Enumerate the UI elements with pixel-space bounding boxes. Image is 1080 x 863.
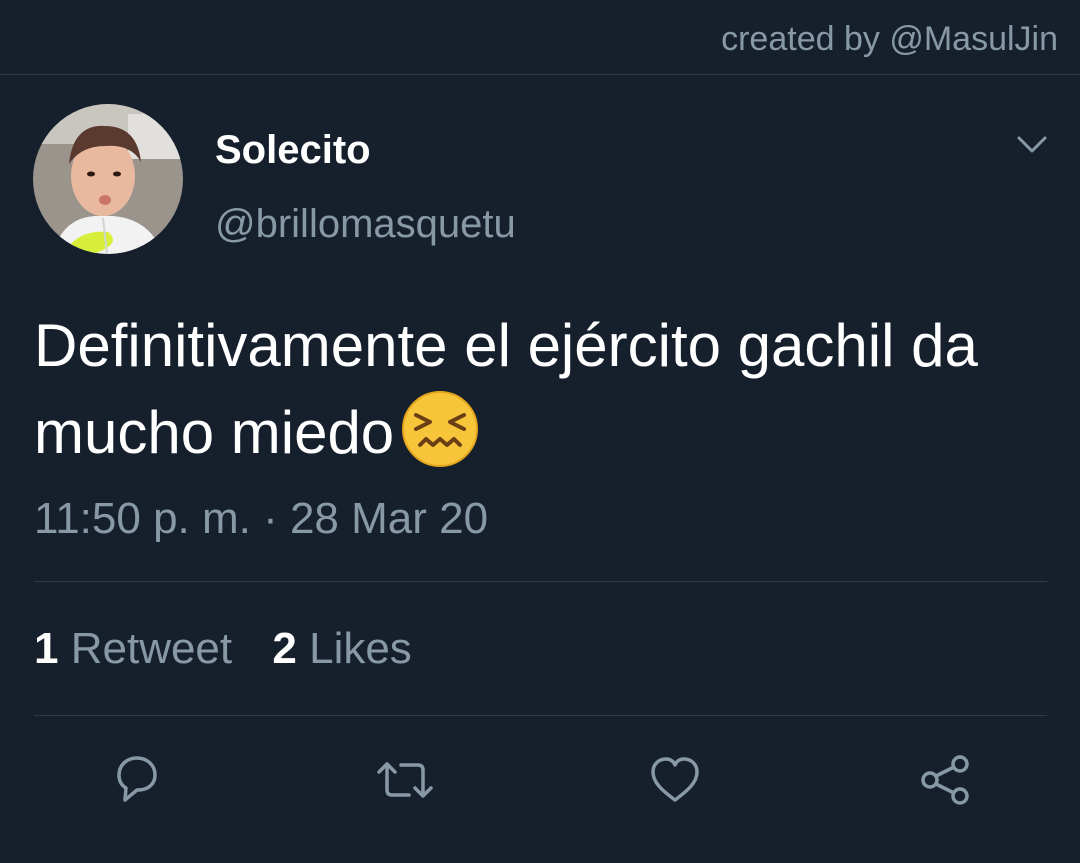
- tweet-stats: 1 Retweet 2 Likes: [34, 624, 440, 674]
- like-button[interactable]: [645, 750, 705, 810]
- chevron-down-icon[interactable]: [1014, 130, 1050, 160]
- user-handle[interactable]: @brillomasquetu: [215, 202, 516, 247]
- divider: [34, 581, 1047, 582]
- reply-button[interactable]: [105, 750, 165, 810]
- display-name[interactable]: Solecito: [215, 128, 371, 173]
- tweet-text: Definitivamente el ejército gachil da mu…: [34, 303, 1054, 476]
- reply-icon: [117, 756, 157, 802]
- retweet-icon: [377, 762, 433, 798]
- avatar[interactable]: [33, 104, 183, 254]
- divider: [34, 715, 1047, 716]
- tweet-timestamp[interactable]: 11:50 p. m. · 28 Mar 20: [34, 494, 488, 544]
- retweet-count-label: Retweet: [70, 624, 233, 673]
- avatar-image: [33, 104, 183, 254]
- like-count-label: Likes: [309, 624, 412, 673]
- retweet-count-number: 1: [34, 624, 59, 673]
- retweet-count[interactable]: 1 Retweet: [34, 624, 232, 674]
- like-count[interactable]: 2 Likes: [272, 624, 411, 674]
- heart-icon: [651, 757, 699, 802]
- share-button[interactable]: [915, 750, 975, 810]
- share-icon: [921, 755, 969, 805]
- tweet-text-content: Definitivamente el ejército gachil da mu…: [34, 312, 978, 466]
- top-bar: created by @MasulJin: [0, 0, 1080, 75]
- like-count-number: 2: [272, 624, 297, 673]
- confounded-face-icon: [400, 389, 480, 469]
- retweet-button[interactable]: [375, 750, 435, 810]
- credit-text: created by @MasulJin: [721, 20, 1058, 58]
